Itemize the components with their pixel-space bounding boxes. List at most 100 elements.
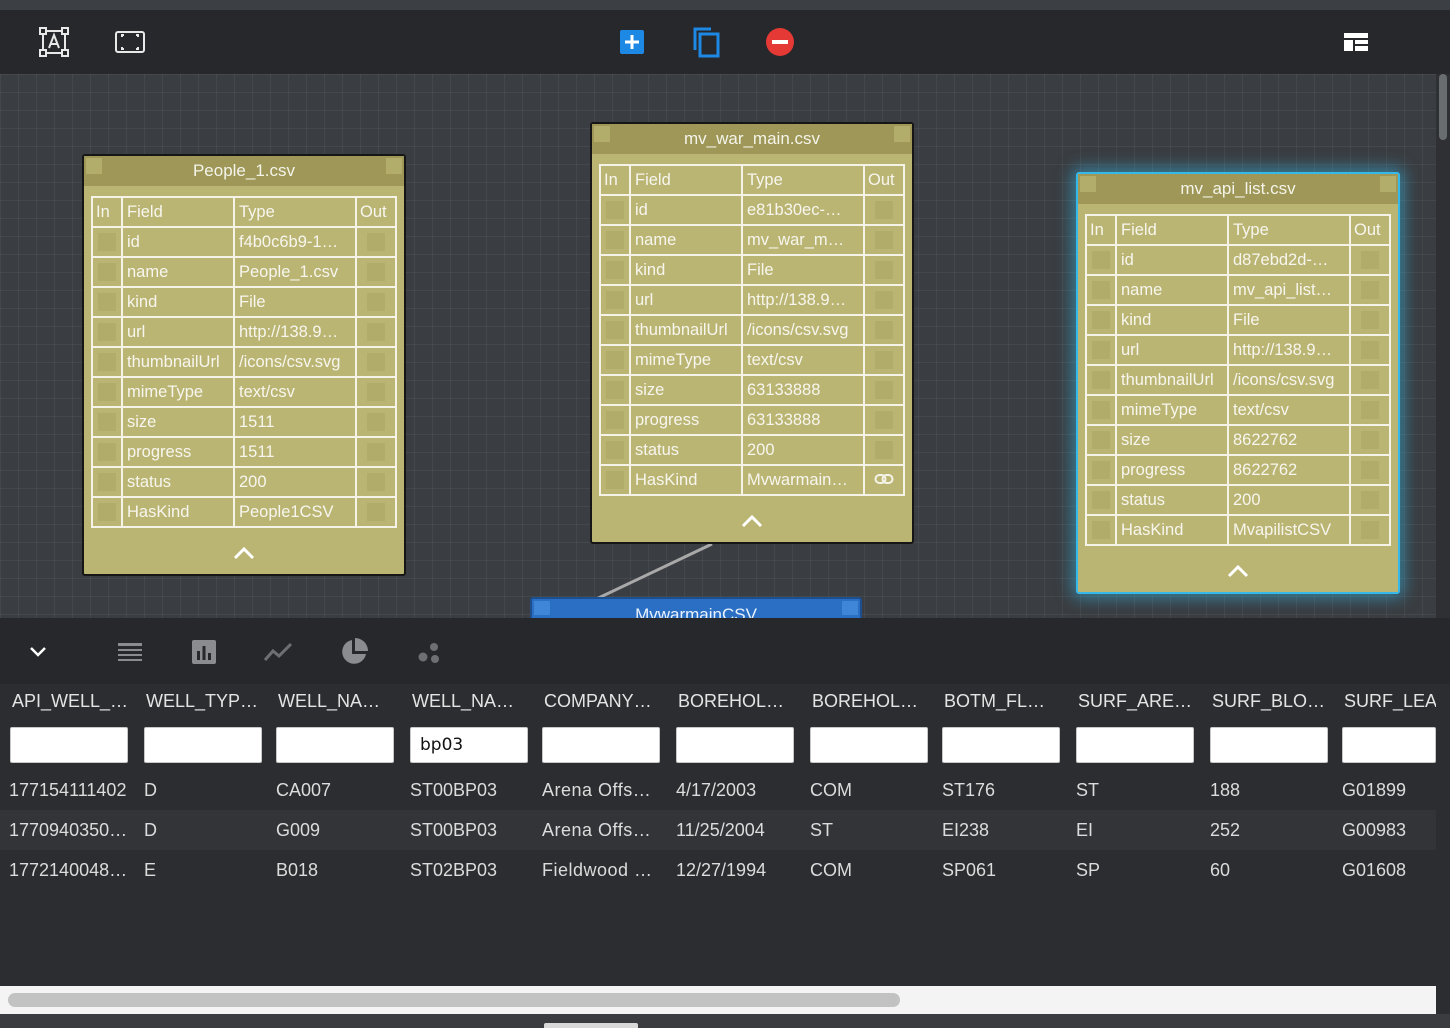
column-header[interactable]: BOREHOL… bbox=[676, 684, 804, 718]
out-port[interactable] bbox=[1361, 281, 1379, 299]
fit-view-icon[interactable] bbox=[112, 24, 148, 60]
out-port[interactable] bbox=[875, 291, 893, 309]
table-row[interactable]: 1770940350… D G009 ST00BP03 Arena Offs… 11/25… bbox=[0, 810, 1436, 850]
out-port[interactable] bbox=[367, 353, 385, 371]
in-port[interactable] bbox=[606, 261, 624, 279]
in-port[interactable] bbox=[98, 503, 116, 521]
text-frame-icon[interactable] bbox=[36, 24, 72, 60]
in-port[interactable] bbox=[98, 323, 116, 341]
column-filter-input[interactable] bbox=[276, 727, 394, 763]
scrollbar-thumb[interactable] bbox=[8, 993, 900, 1007]
in-port[interactable] bbox=[98, 293, 116, 311]
out-port[interactable] bbox=[367, 293, 385, 311]
add-icon[interactable] bbox=[614, 24, 650, 60]
footer-tab[interactable] bbox=[544, 1023, 638, 1028]
column-header[interactable]: SURF_BLO… bbox=[1210, 684, 1338, 718]
node-port[interactable] bbox=[1380, 176, 1396, 192]
column-header[interactable]: WELL_NA… bbox=[276, 684, 404, 718]
node-mv-war-main[interactable]: mv_war_main.csv In Field Type Out id e81b30ec-… bbox=[590, 122, 914, 544]
in-port[interactable] bbox=[1092, 311, 1110, 329]
in-port[interactable] bbox=[606, 351, 624, 369]
scatter-chart-icon[interactable] bbox=[414, 638, 442, 666]
column-filter-input[interactable] bbox=[1076, 727, 1194, 763]
out-port[interactable] bbox=[367, 413, 385, 431]
out-port[interactable] bbox=[875, 411, 893, 429]
out-port[interactable] bbox=[367, 473, 385, 491]
node-port[interactable] bbox=[386, 158, 402, 174]
column-header[interactable]: BOTM_FL… bbox=[942, 684, 1070, 718]
column-filter-input[interactable] bbox=[410, 727, 528, 763]
in-port[interactable] bbox=[1092, 401, 1110, 419]
column-header[interactable]: WELL_NA… bbox=[410, 684, 538, 718]
in-port[interactable] bbox=[606, 471, 624, 489]
table-row[interactable]: 1772140048… E B018 ST02BP03 Fieldwood … 12/27… bbox=[0, 850, 1436, 890]
out-port[interactable] bbox=[1361, 371, 1379, 389]
collapse-chevron-icon[interactable] bbox=[24, 638, 52, 666]
in-port[interactable] bbox=[98, 353, 116, 371]
column-filter-input[interactable] bbox=[1210, 727, 1328, 763]
node-port[interactable] bbox=[1080, 176, 1096, 192]
column-filter-input[interactable] bbox=[942, 727, 1060, 763]
column-filter-input[interactable] bbox=[144, 727, 262, 763]
out-port[interactable] bbox=[367, 503, 385, 521]
pie-chart-icon[interactable] bbox=[340, 638, 368, 666]
collapse-node-chevron-icon[interactable] bbox=[1224, 562, 1252, 580]
in-port[interactable] bbox=[1092, 341, 1110, 359]
node-mv-api-list[interactable]: mv_api_list.csv In Field Type Out id d87ebd2d-… bbox=[1076, 172, 1400, 594]
in-port[interactable] bbox=[1092, 461, 1110, 479]
scrollbar-thumb[interactable] bbox=[1439, 74, 1447, 140]
in-port[interactable] bbox=[1092, 281, 1110, 299]
node-port[interactable] bbox=[842, 601, 858, 615]
collapse-node-chevron-icon[interactable] bbox=[230, 544, 258, 562]
in-port[interactable] bbox=[1092, 431, 1110, 449]
collapse-node-chevron-icon[interactable] bbox=[738, 512, 766, 530]
in-port[interactable] bbox=[98, 443, 116, 461]
in-port[interactable] bbox=[1092, 491, 1110, 509]
in-port[interactable] bbox=[606, 201, 624, 219]
node-port[interactable] bbox=[534, 601, 550, 615]
column-header[interactable]: SURF_ARE… bbox=[1076, 684, 1204, 718]
out-port[interactable] bbox=[1361, 341, 1379, 359]
in-port[interactable] bbox=[1092, 521, 1110, 539]
column-filter-input[interactable] bbox=[676, 727, 794, 763]
out-port[interactable] bbox=[1361, 251, 1379, 269]
column-header[interactable]: SURF_LEA bbox=[1342, 684, 1436, 718]
out-port[interactable] bbox=[1361, 311, 1379, 329]
out-port[interactable] bbox=[367, 263, 385, 281]
graph-canvas[interactable]: MvwarmainCSV People_1.csv In Field Type Out i… bbox=[0, 74, 1436, 618]
out-port[interactable] bbox=[875, 441, 893, 459]
in-port[interactable] bbox=[606, 441, 624, 459]
in-port[interactable] bbox=[98, 233, 116, 251]
in-port[interactable] bbox=[606, 381, 624, 399]
out-port[interactable] bbox=[1361, 491, 1379, 509]
in-port[interactable] bbox=[98, 413, 116, 431]
bar-chart-icon[interactable] bbox=[190, 638, 218, 666]
copy-icon[interactable] bbox=[688, 24, 724, 60]
out-port[interactable] bbox=[1361, 401, 1379, 419]
layout-icon[interactable] bbox=[1338, 24, 1374, 60]
out-port[interactable] bbox=[875, 381, 893, 399]
canvas-vertical-scrollbar[interactable] bbox=[1436, 74, 1450, 618]
in-port[interactable] bbox=[606, 291, 624, 309]
in-port[interactable] bbox=[606, 411, 624, 429]
column-header[interactable]: BOREHOL… bbox=[810, 684, 938, 718]
node-port[interactable] bbox=[86, 158, 102, 174]
out-port[interactable] bbox=[1361, 431, 1379, 449]
linked-node[interactable]: MvwarmainCSV bbox=[530, 597, 862, 618]
in-port[interactable] bbox=[606, 321, 624, 339]
out-port[interactable] bbox=[367, 233, 385, 251]
out-port[interactable] bbox=[367, 323, 385, 341]
out-port[interactable] bbox=[875, 261, 893, 279]
column-header[interactable]: COMPANY… bbox=[542, 684, 670, 718]
node-header[interactable]: mv_war_main.csv bbox=[592, 124, 912, 154]
line-chart-icon[interactable] bbox=[264, 638, 292, 666]
in-port[interactable] bbox=[98, 473, 116, 491]
column-header[interactable]: WELL_TYP… bbox=[144, 684, 272, 718]
column-filter-input[interactable] bbox=[810, 727, 928, 763]
out-port[interactable] bbox=[367, 383, 385, 401]
out-port[interactable] bbox=[367, 443, 385, 461]
column-filter-input[interactable] bbox=[1342, 727, 1436, 763]
column-filter-input[interactable] bbox=[542, 727, 660, 763]
node-people-1[interactable]: People_1.csv In Field Type Out id f4b0c6b9-1… n… bbox=[82, 154, 406, 576]
in-port[interactable] bbox=[1092, 251, 1110, 269]
